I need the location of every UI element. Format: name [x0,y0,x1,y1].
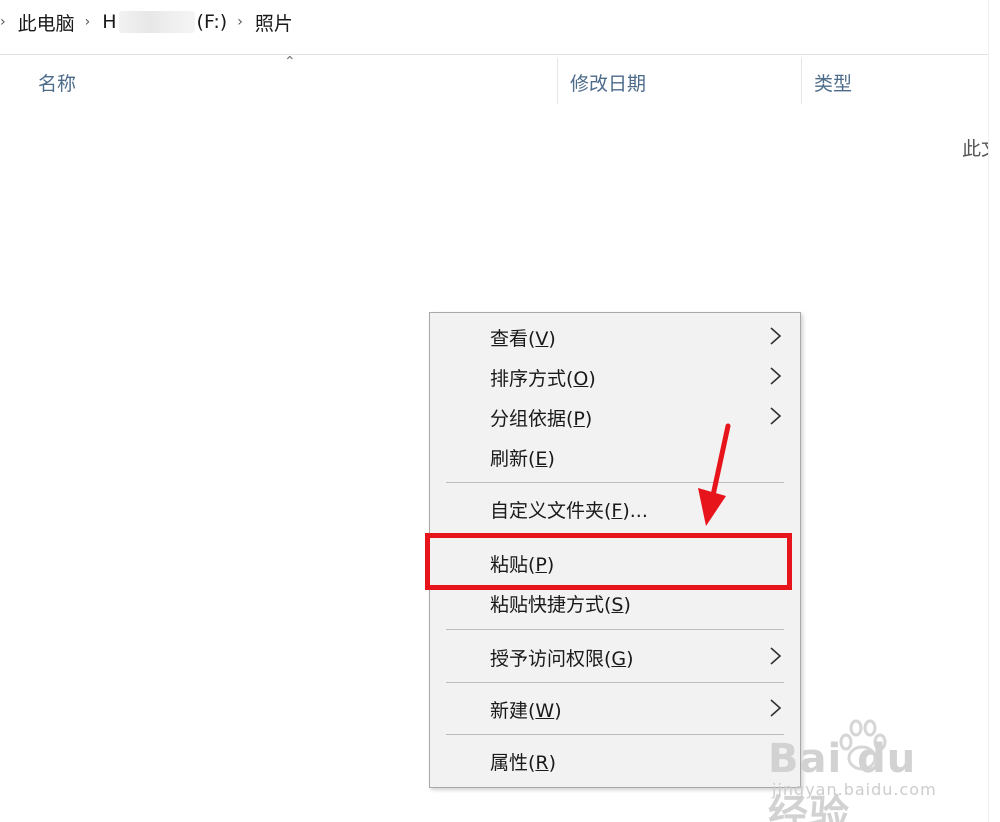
arrow-down-icon [698,423,731,526]
menu-item-customize-folder[interactable]: 自定义文件夹(F)... [430,491,800,527]
menu-item-label: 粘贴快捷方式(S) [490,593,631,616]
breadcrumb-item-photos[interactable]: 照片 [255,9,293,36]
chevron-right-icon[interactable]: › [85,14,91,30]
watermark-title: Bai du 经验 [768,736,917,822]
chevron-right-icon[interactable]: › [0,14,6,30]
chevron-right-icon [770,327,782,345]
breadcrumb-item-drive[interactable]: H (F:) [102,11,227,34]
window-edge [988,0,1000,822]
breadcrumb: › 此电脑 › H (F:) › 照片 [0,0,988,44]
column-header-date-modified[interactable]: 修改日期 [570,62,646,102]
menu-item-label: 刷新(E) [490,447,555,470]
menu-item-refresh[interactable]: 刷新(E) [430,439,800,475]
chevron-right-icon [770,367,782,385]
empty-folder-message: 此文件夹为空。 [962,138,988,160]
menu-separator [446,734,784,735]
drive-name-label: H [102,10,117,33]
menu-item-give-access[interactable]: 授予访问权限(G) [430,639,800,675]
menu-item-new[interactable]: 新建(W) [430,691,800,727]
menu-item-label: 授予访问权限(G) [490,647,634,670]
chevron-right-icon [770,647,782,665]
watermark-url: jingyan.baidu.com [772,780,937,799]
chevron-right-icon[interactable]: › [237,14,243,30]
menu-separator [446,629,784,630]
menu-item-label: 属性(R) [490,751,557,774]
sort-ascending-icon: ⌃ [284,54,296,70]
menu-item-label: 查看(V) [490,327,556,350]
menu-item-group-by[interactable]: 分组依据(P) [430,399,800,435]
menu-separator [446,682,784,683]
column-header-type[interactable]: 类型 [814,62,852,102]
blurred-region [118,11,195,34]
menu-item-label: 排序方式(O) [490,367,596,390]
menu-item-properties[interactable]: 属性(R) [430,743,800,779]
menu-item-label: 自定义文件夹(F)... [490,499,648,522]
menu-item-view[interactable]: 查看(V) [430,319,800,355]
drive-letter-label: (F:) [196,10,228,33]
menu-item-sort-by[interactable]: 排序方式(O) [430,359,800,395]
column-header-name[interactable]: 名称 [38,62,76,102]
menu-item-label: 新建(W) [490,699,562,722]
menu-item-paste-shortcut[interactable]: 粘贴快捷方式(S) [430,585,800,621]
breadcrumb-item-this-pc[interactable]: 此电脑 [18,9,75,36]
column-divider[interactable] [557,58,558,104]
menu-item-label: 分组依据(P) [490,407,593,430]
baidu-jingyan-watermark: Bai du 经验 jingyan.baidu.com [762,716,962,822]
highlight-box [425,533,792,590]
chevron-right-icon [770,407,782,425]
address-divider [0,54,988,55]
column-divider[interactable] [801,58,802,104]
